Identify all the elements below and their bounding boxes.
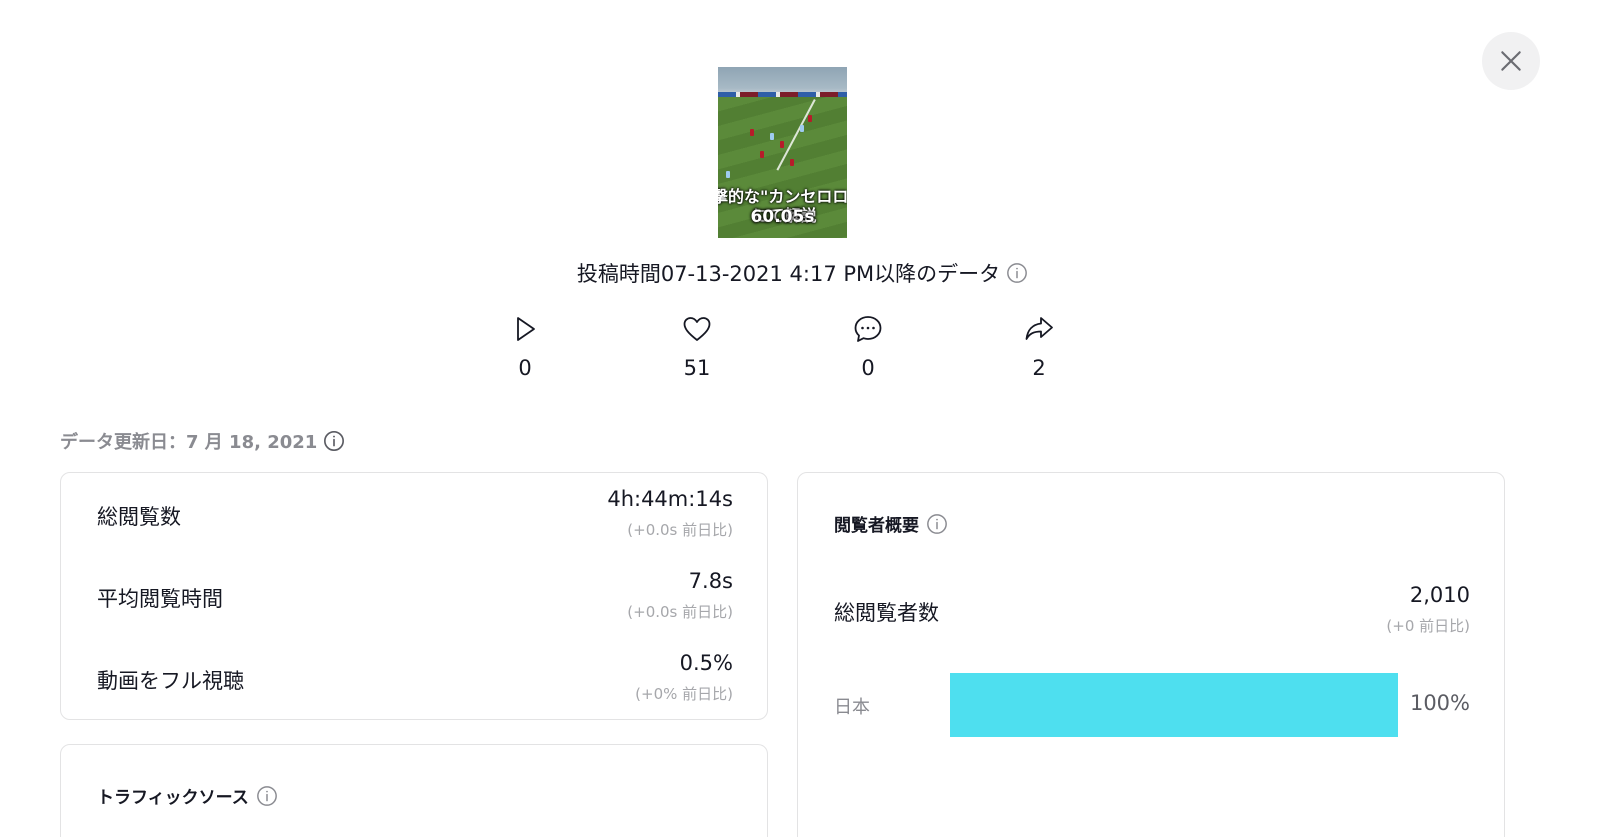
player-mark (780, 141, 784, 148)
metric-total-views: 総閲覧数 4h:44m:14s (+0.0s 前日比) (97, 487, 733, 557)
metric-label: 平均閲覧時間 (97, 587, 223, 611)
heart-icon (683, 317, 711, 341)
country-name: 日本 (834, 697, 870, 718)
video-duration: 60.05s (750, 207, 815, 227)
stat-shares-value: 2 (1032, 356, 1046, 380)
metric-avg-watch-time: 平均閲覧時間 7.8s (+0.0s 前日比) (97, 569, 733, 639)
comment-icon (854, 316, 882, 342)
info-icon[interactable] (926, 513, 948, 535)
posted-time-label: 投稿時間07-13-2021 4:17 PM以降のデータ (576, 262, 1001, 286)
share-icon (1025, 317, 1053, 340)
country-row: 日本 100% (834, 673, 1470, 737)
data-updated: データ更新日：7 月 18, 2021 (60, 428, 345, 454)
stat-plays-value: 0 (518, 356, 532, 380)
player-mark (726, 171, 730, 178)
player-mark (760, 151, 764, 158)
engagement-stats: 0 51 0 2 (0, 314, 1605, 394)
country-bar-track (950, 673, 1398, 737)
player-mark (808, 115, 812, 122)
traffic-source-card: トラフィックソース (60, 744, 768, 837)
player-mark (770, 133, 774, 140)
play-icon (517, 317, 535, 341)
posted-time: 投稿時間07-13-2021 4:17 PM以降のデータ (0, 258, 1605, 288)
metric-label: 総閲覧数 (97, 505, 181, 529)
metric-label: 動画をフル視聴 (97, 669, 244, 693)
info-icon[interactable] (323, 430, 345, 452)
stat-comments: 0 (828, 314, 908, 380)
metric-value: 0.5% (679, 651, 733, 675)
metric-value: 4h:44m:14s (607, 487, 733, 511)
player-mark (790, 159, 794, 166)
metric-change: (+0.0s 前日比) (627, 521, 733, 539)
traffic-source-title: トラフィックソース (97, 783, 278, 808)
stat-shares: 2 (999, 314, 1079, 380)
stadium-stand (718, 67, 847, 97)
viewer-overview-card: 閲覧者概要 総閲覧者数 2,010 (+0 前日比) 日本 100% (797, 472, 1505, 837)
metric-value: 7.8s (688, 569, 733, 593)
video-thumbnail[interactable]: 撃的な"カンセロロー にて解説 60.05s (718, 67, 847, 238)
stat-comments-value: 0 (861, 356, 875, 380)
info-icon[interactable] (256, 785, 278, 807)
close-button[interactable] (1482, 32, 1540, 90)
stat-plays: 0 (485, 314, 565, 380)
total-viewers-change: (+0 前日比) (1386, 617, 1470, 635)
video-metrics-card: 総閲覧数 4h:44m:14s (+0.0s 前日比) 平均閲覧時間 7.8s … (60, 472, 768, 720)
viewer-overview-label: 閲覧者概要 (834, 516, 919, 536)
player-mark (750, 129, 754, 136)
close-icon (1501, 51, 1521, 71)
stat-likes: 51 (657, 314, 737, 380)
stat-likes-value: 51 (683, 356, 711, 380)
player-mark (800, 125, 804, 132)
metric-full-watch: 動画をフル視聴 0.5% (+0% 前日比) (97, 651, 733, 721)
total-viewers-label: 総閲覧者数 (834, 601, 939, 625)
metric-change: (+0.0s 前日比) (627, 603, 733, 621)
total-viewers-value: 2,010 (1409, 583, 1470, 607)
data-updated-label: データ更新日：7 月 18, 2021 (60, 432, 318, 453)
country-percent: 100% (1409, 691, 1470, 715)
traffic-source-label: トラフィックソース (97, 788, 249, 808)
viewer-overview-title: 閲覧者概要 (834, 511, 948, 536)
info-icon[interactable] (1006, 262, 1028, 284)
metric-total-viewers: 総閲覧者数 2,010 (+0 前日比) (834, 583, 1470, 653)
metric-change: (+0% 前日比) (635, 685, 733, 703)
country-bar-fill (950, 673, 1398, 737)
video-caption-line1: 撃的な"カンセロロー (718, 187, 847, 206)
